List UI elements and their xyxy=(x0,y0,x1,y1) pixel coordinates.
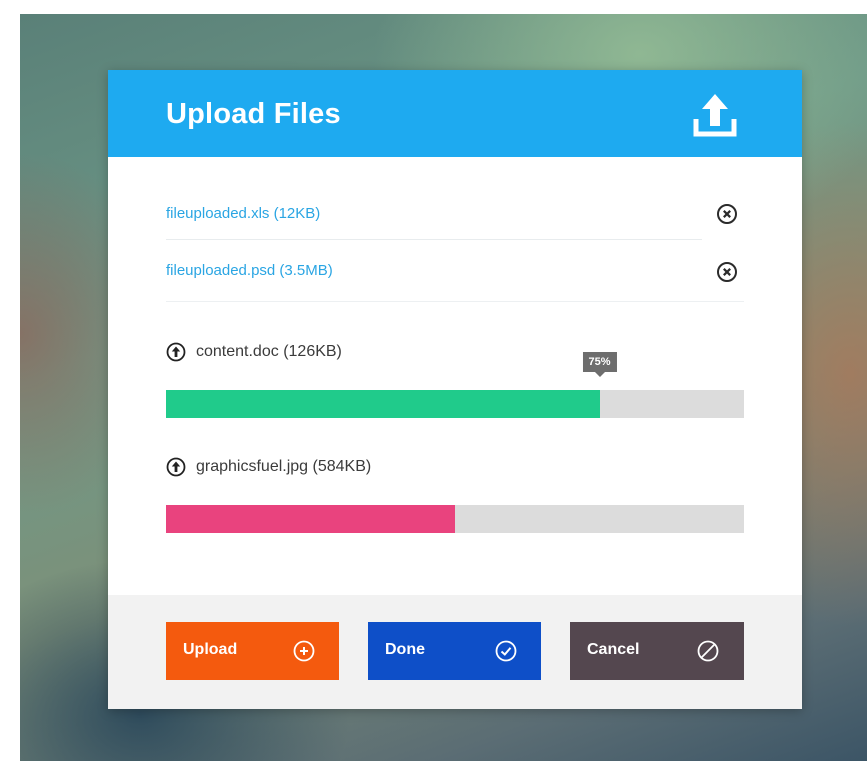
progress-bar-fill xyxy=(166,390,600,418)
progress-bar-fill xyxy=(166,505,455,533)
uploaded-file-name[interactable]: fileuploaded.psd (3.5MB) xyxy=(166,262,333,279)
check-circle-icon xyxy=(495,640,517,662)
upload-icon[interactable] xyxy=(686,86,744,144)
block-icon xyxy=(697,640,719,662)
upload-button-label: Upload xyxy=(183,641,238,658)
plus-circle-icon xyxy=(293,640,315,662)
upload-file-size: (584KB) xyxy=(312,458,372,475)
upload-file-name: graphicsfuel.jpg xyxy=(196,458,309,475)
section-divider xyxy=(166,301,744,302)
upload-files-dialog: Upload Files fileuploaded.xls (12KB) fil… xyxy=(108,70,802,709)
uploaded-file-row: fileuploaded.xls (12KB) xyxy=(166,190,702,240)
upload-file-name: content.doc xyxy=(196,343,279,360)
done-button[interactable]: Done xyxy=(368,622,541,680)
close-circle-icon[interactable] xyxy=(716,203,738,225)
done-button-label: Done xyxy=(385,641,425,658)
arrow-up-circle-icon xyxy=(166,457,186,477)
dialog-header: Upload Files xyxy=(108,70,802,157)
progress-bar-track xyxy=(166,390,744,418)
cancel-button-label: Cancel xyxy=(587,641,640,658)
upload-file-label: graphicsfuel.jpg (584KB) xyxy=(196,458,371,476)
dialog-title: Upload Files xyxy=(166,98,341,130)
uploaded-file-row: fileuploaded.psd (3.5MB) xyxy=(166,247,702,295)
uploaded-file-name[interactable]: fileuploaded.xls (12KB) xyxy=(166,205,320,222)
upload-file-size: (126KB) xyxy=(283,343,342,360)
progress-bar-track xyxy=(166,505,744,533)
progress-tooltip: 75% xyxy=(582,352,617,377)
upload-progress-item: content.doc (126KB) 75% xyxy=(166,340,744,420)
dialog-footer: Upload Done Cancel xyxy=(108,595,802,709)
close-circle-icon[interactable] xyxy=(716,261,738,283)
upload-file-label: content.doc (126KB) xyxy=(196,343,342,361)
upload-button[interactable]: Upload xyxy=(166,622,339,680)
cancel-button[interactable]: Cancel xyxy=(570,622,744,680)
upload-progress-item: graphicsfuel.jpg (584KB) xyxy=(166,455,744,535)
arrow-up-circle-icon xyxy=(166,342,186,362)
